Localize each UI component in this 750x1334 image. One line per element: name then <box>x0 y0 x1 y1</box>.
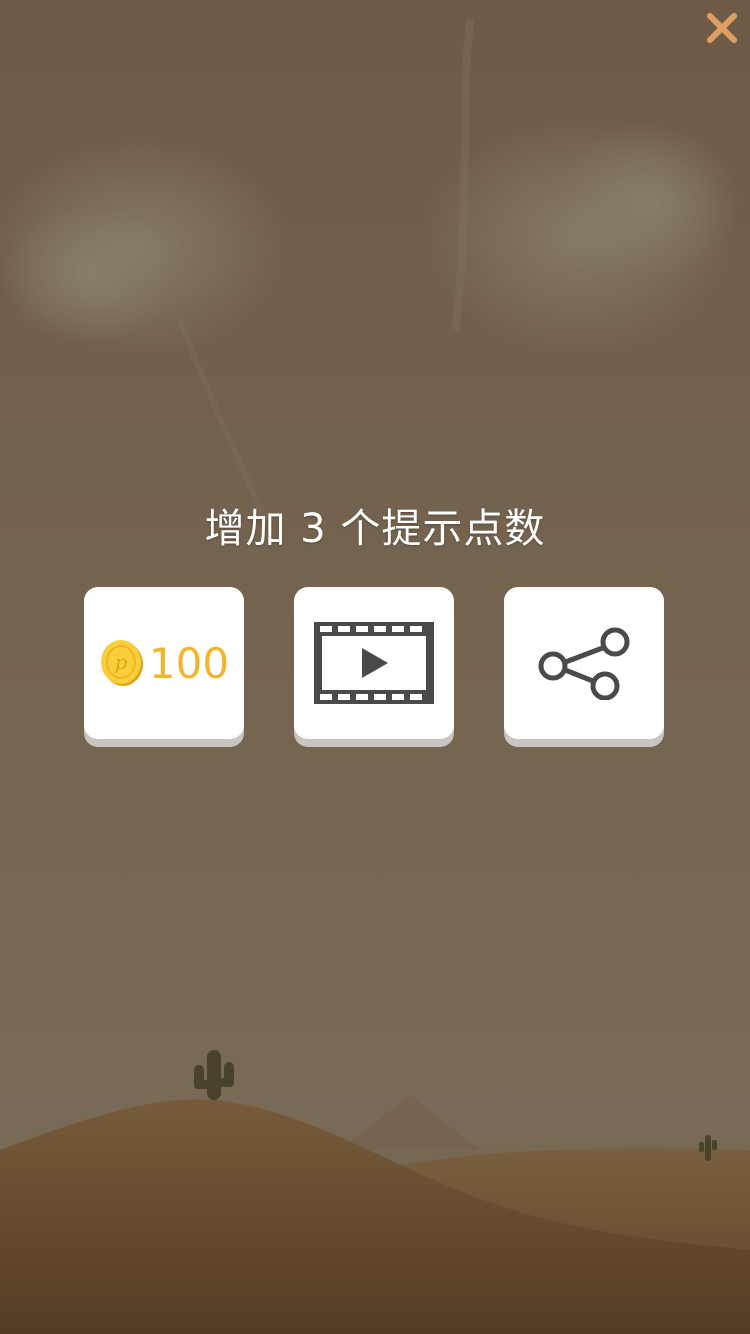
buy-with-coins-button[interactable]: p 100 <box>84 587 244 739</box>
share-button[interactable] <box>504 587 664 739</box>
video-film-icon <box>314 622 434 704</box>
dialog-title: 增加 3 个提示点数 <box>204 506 546 552</box>
coin-amount: 100 <box>148 638 230 688</box>
svg-text:p: p <box>115 650 128 674</box>
coin-icon: p <box>100 640 143 686</box>
share-icon <box>538 627 630 700</box>
close-icon <box>707 13 737 43</box>
watch-video-button[interactable] <box>294 587 454 739</box>
close-button[interactable] <box>702 8 742 48</box>
coin-price: p 100 <box>99 639 229 688</box>
hint-options: p 100 <box>84 587 664 747</box>
